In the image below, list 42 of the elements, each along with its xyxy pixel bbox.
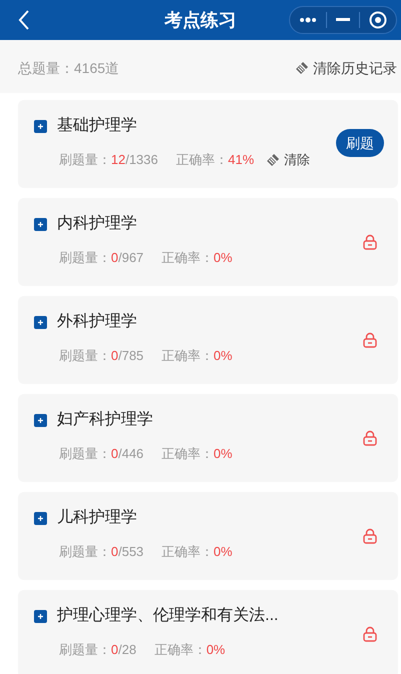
minimize-icon[interactable] — [336, 18, 350, 22]
page-title: 考点练习 — [164, 8, 236, 32]
back-icon[interactable] — [18, 10, 30, 30]
plus-icon[interactable] — [34, 120, 47, 132]
subject-name: 护理心理学、伦理学和有关法... — [57, 606, 278, 626]
close-icon[interactable] — [369, 11, 388, 29]
accuracy-rate: 正确率：0% — [162, 543, 232, 561]
total-count: 总题量：4165道 — [18, 58, 120, 78]
subject-card[interactable]: 护理心理学、伦理学和有关法... 刷题量：0/28 正确率：0% — [18, 590, 398, 674]
practice-button[interactable]: 刷题 — [336, 129, 384, 157]
accuracy-rate: 正确率：0% — [162, 347, 232, 365]
answered-count: 刷题量：0/446 — [59, 445, 144, 463]
plus-icon[interactable] — [34, 610, 47, 622]
more-icon[interactable] — [298, 17, 317, 23]
plus-icon[interactable] — [34, 218, 47, 230]
answered-count: 刷题量：0/785 — [59, 347, 144, 365]
accuracy-rate: 正确率：41% — [176, 151, 254, 169]
subject-name: 内科护理学 — [57, 214, 137, 234]
accuracy-rate: 正确率：0% — [162, 249, 232, 267]
subject-name: 基础护理学 — [57, 116, 137, 136]
plus-icon[interactable] — [34, 512, 47, 524]
subject-name: 儿科护理学 — [57, 508, 137, 528]
plus-icon[interactable] — [34, 414, 47, 426]
subject-card[interactable]: 妇产科护理学 刷题量：0/446 正确率：0% — [18, 394, 398, 482]
subject-card[interactable]: 基础护理学 刷题量：12/1336 正确率：41% 清除 刷题 — [18, 100, 398, 188]
clear-history-button[interactable]: 清除历史记录 — [295, 58, 397, 78]
subject-name: 妇产科护理学 — [57, 410, 153, 430]
subject-card[interactable]: 儿科护理学 刷题量：0/553 正确率：0% — [18, 492, 398, 580]
clear-button[interactable]: 清除 — [266, 150, 310, 170]
accuracy-rate: 正确率：0% — [162, 445, 232, 463]
plus-icon[interactable] — [34, 316, 47, 328]
subject-name: 外科护理学 — [57, 312, 137, 332]
capsule-menu[interactable] — [289, 6, 397, 34]
broom-icon — [266, 152, 280, 167]
accuracy-rate: 正确率：0% — [154, 641, 226, 659]
subject-card[interactable]: 内科护理学 刷题量：0/967 正确率：0% — [18, 198, 398, 286]
subject-card[interactable]: 外科护理学 刷题量：0/785 正确率：0% — [18, 296, 398, 384]
answered-count: 刷题量：0/553 — [59, 543, 144, 561]
answered-count: 刷题量：0/967 — [59, 249, 144, 267]
answered-count: 刷题量：12/1336 — [59, 151, 158, 169]
answered-count: 刷题量：0/28 — [59, 641, 136, 659]
broom-icon — [295, 61, 309, 75]
